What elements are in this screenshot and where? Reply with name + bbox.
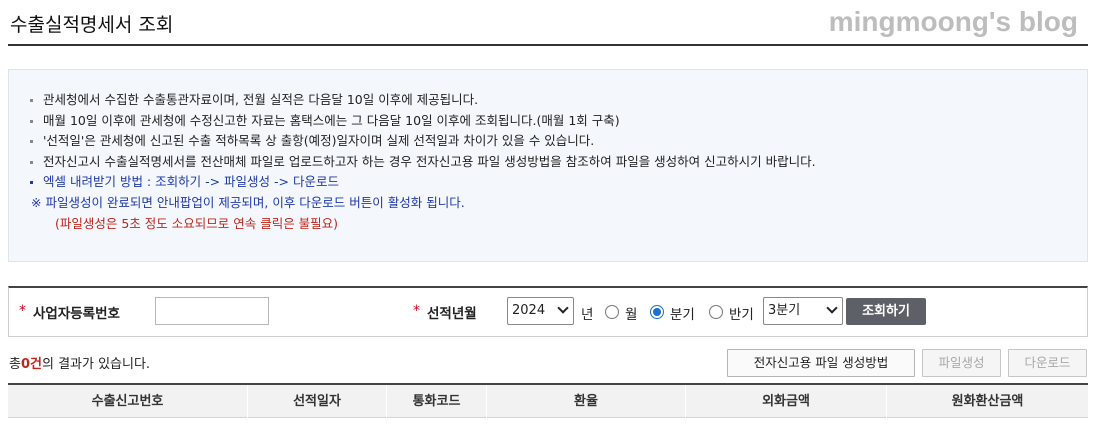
quarter-select-value: 3분기 — [768, 303, 801, 318]
radio-quarter[interactable] — [650, 305, 664, 319]
col-shipment-date: 선적일자 — [293, 394, 341, 409]
biz-number-input[interactable] — [155, 297, 269, 325]
year-select[interactable]: 2024 — [507, 297, 574, 325]
excel-download-guide: 엑셀 내려받기 방법 : 조회하기 -> 파일생성 -> 다운로드 — [27, 172, 1087, 193]
file-create-note: ※ 파일생성이 완료되면 안내팝업이 제공되며, 이후 다운로드 버튼이 활성화… — [31, 194, 465, 210]
radio-month-label: 월 — [625, 307, 638, 323]
notice-line-4: 전자신고시 수출실적명세서를 전산매체 파일로 업로드하고자 하는 경우 전자신… — [27, 152, 1087, 173]
notice-line-2: 매월 10일 이후에 관세청에 수정신고한 자료는 홈택스에는 그 다음달 10… — [27, 111, 1087, 132]
page-title: 수출실적명세서 조회 — [10, 14, 174, 36]
title-divider — [8, 44, 1088, 46]
quarter-select[interactable]: 3분기 — [763, 297, 843, 325]
result-count: 0건 — [20, 357, 42, 372]
result-suffix: 의 결과가 있습니다. — [41, 357, 151, 372]
radio-half-label: 반기 — [729, 307, 754, 323]
search-button[interactable]: 조회하기 — [846, 298, 926, 325]
col-export-decl-no: 수출신고번호 — [91, 394, 164, 409]
required-mark-year: * — [413, 303, 420, 319]
year-suffix: 년 — [581, 307, 594, 323]
biz-number-label: 사업자등록번호 — [33, 306, 120, 322]
radio-month[interactable] — [605, 305, 619, 319]
radio-half[interactable] — [709, 305, 723, 319]
required-mark-biz: * — [19, 303, 26, 319]
file-create-warning: (파일생성은 5초 정도 소요되므로 연속 클릭은 불필요) — [55, 215, 339, 231]
file-create-button[interactable]: 파일생성 — [922, 349, 1001, 377]
year-select-value: 2024 — [512, 303, 546, 318]
radio-quarter-label: 분기 — [670, 307, 695, 323]
col-krw-amount: 원화환산금액 — [951, 394, 1024, 409]
download-button[interactable]: 다운로드 — [1008, 349, 1087, 377]
result-summary: 총0건의 결과가 있습니다. — [9, 353, 150, 372]
file-guide-button[interactable]: 전자신고용 파일 생성방법 — [727, 349, 915, 377]
result-prefix: 총 — [9, 357, 21, 372]
col-foreign-amount: 외화금액 — [762, 394, 810, 409]
shipment-month-label: 선적년월 — [427, 306, 477, 322]
col-currency-code: 통화코드 — [412, 394, 461, 409]
col-exchange-rate: 환율 — [574, 394, 598, 409]
search-form: * 사업자등록번호 * 선적년월 2024 년 월 분기 반기 3분기 조회하기 — [8, 286, 1088, 337]
blog-watermark: mingmoong's blog — [828, 6, 1078, 37]
result-table-header: 수출신고번호 선적일자 통화코드 환율 외화금액 원화환산금액 — [8, 383, 1088, 418]
notice-line-3: '선적일'은 관세청에 신고된 수출 적하목록 상 출항(예정)일자이며 실제 … — [27, 131, 1087, 152]
chevron-down-icon — [557, 302, 569, 314]
chevron-down-icon — [826, 302, 838, 314]
notice-box: 관세청에서 수집한 수출통관자료이며, 전월 실적은 다음달 10일 이후에 제… — [8, 69, 1088, 262]
notice-line-1: 관세청에서 수집한 수출통관자료이며, 전월 실적은 다음달 10일 이후에 제… — [27, 90, 1087, 111]
